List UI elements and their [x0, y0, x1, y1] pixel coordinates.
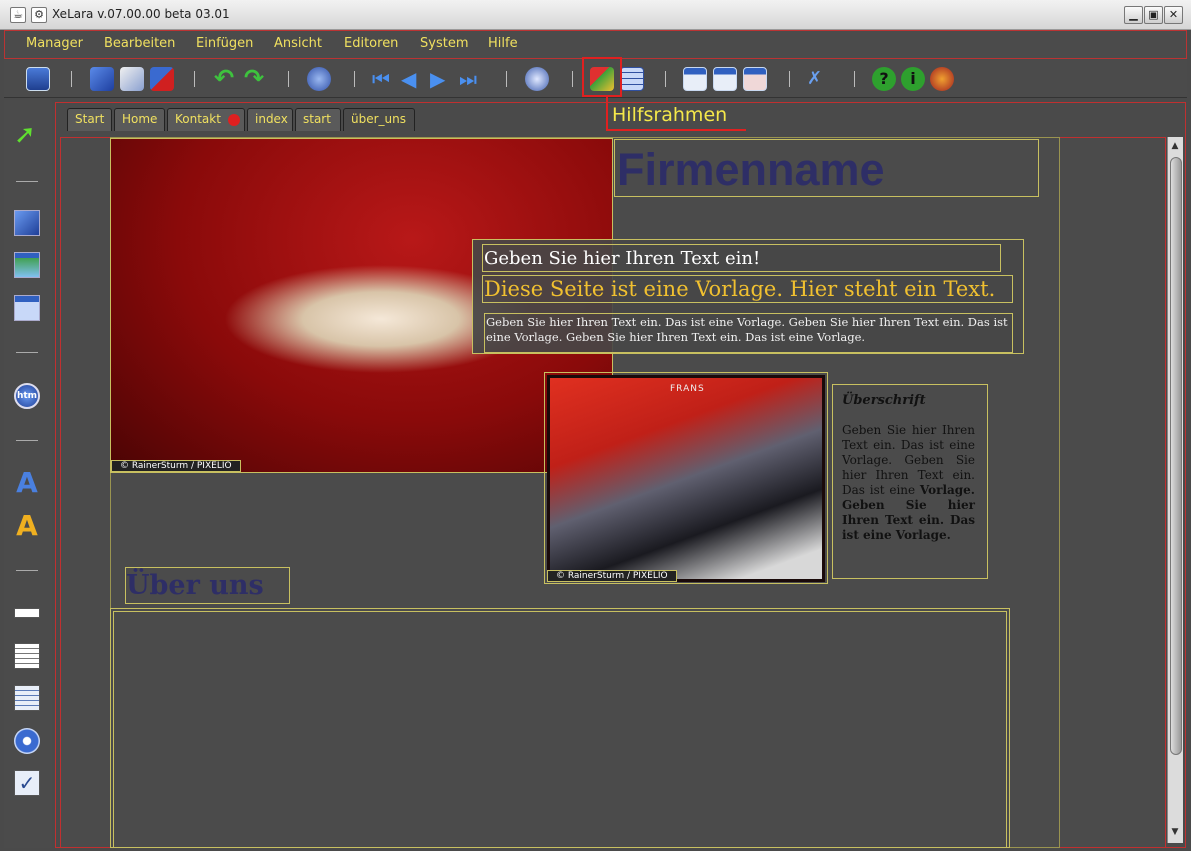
tab-index[interactable]: index [247, 108, 293, 131]
app-window: ☕ ⚙ XeLara v.07.00.00 beta 03.01 ▁ ▣ ✕ M… [0, 0, 1191, 851]
headline-frame[interactable]: Geben Sie hier Ihren Text ein! [482, 244, 1001, 272]
left-toolbar-separator [16, 440, 38, 441]
photo-credit: © RainerSturm / PIXELIO [547, 570, 677, 582]
side-text-frame[interactable]: Überschrift Geben Sie hier Ihren Text ei… [832, 384, 988, 579]
scroll-down-icon[interactable]: ▼ [1168, 827, 1182, 841]
paste-icon[interactable] [120, 67, 144, 91]
helper-frames-highlight [582, 57, 622, 97]
menu-editoren[interactable]: Editoren [344, 36, 398, 51]
left-toolbar-separator [16, 181, 38, 182]
delete-page-icon[interactable] [150, 67, 174, 91]
box-frame-icon[interactable] [14, 210, 40, 236]
menu-bearbeiten[interactable]: Bearbeiten [104, 36, 175, 51]
subheadline-text: Diese Seite ist eine Vorlage. Hier steht… [484, 277, 996, 301]
left-toolbar-separator [16, 570, 38, 571]
help-icon[interactable]: ? [872, 67, 896, 91]
redo-icon[interactable]: ↷ [244, 66, 268, 91]
list-box-icon[interactable] [14, 685, 40, 711]
checkbox-icon[interactable]: ✓ [14, 770, 40, 796]
toolbar-separator [71, 71, 72, 87]
menu-einfuegen[interactable]: Einfügen [196, 36, 253, 51]
left-toolbar: ➚ htm A A ✓ [4, 100, 52, 848]
tab-home[interactable]: Home [114, 108, 165, 131]
text-area-icon[interactable] [14, 643, 40, 669]
close-button[interactable]: ✕ [1164, 6, 1183, 24]
toolbar-separator [194, 71, 195, 87]
subheadline-frame[interactable]: Diese Seite ist eine Vorlage. Hier steht… [482, 275, 1013, 303]
tab-ueber-uns[interactable]: über_uns [343, 108, 415, 131]
paragraph-frame[interactable]: Geben Sie hier Ihren Text ein. Das ist e… [484, 313, 1013, 353]
section-title: Über uns [126, 570, 264, 601]
tab-start[interactable]: Start [67, 108, 112, 131]
zoom-icon[interactable] [525, 67, 549, 91]
window-frame-icon[interactable] [14, 295, 40, 321]
toolbar-separator [665, 71, 666, 87]
html-icon[interactable]: htm [14, 383, 40, 409]
radio-button-icon[interactable] [14, 728, 40, 754]
maximize-button[interactable]: ▣ [1144, 6, 1163, 24]
tools-icon[interactable]: ✗ [807, 67, 831, 91]
grid-icon[interactable] [620, 67, 644, 91]
tab-kontakt-label: Kontakt [175, 112, 221, 126]
java-icon: ☕ [10, 7, 26, 23]
toolbar-separator [288, 71, 289, 87]
users-icon[interactable] [930, 67, 954, 91]
toolbar-separator [572, 71, 573, 87]
side-paragraph: Geben Sie hier Ihren Text ein. Das ist e… [842, 423, 975, 543]
text-field-icon[interactable] [14, 608, 40, 618]
title-bar: ☕ ⚙ XeLara v.07.00.00 beta 03.01 ▁ ▣ ✕ [0, 0, 1191, 30]
next-page-icon[interactable]: ▶ [430, 67, 454, 91]
toolbar-separator [789, 71, 790, 87]
company-name-frame[interactable]: Firmenname [614, 139, 1039, 197]
menu-hilfe[interactable]: Hilfe [488, 36, 518, 51]
menu-system[interactable]: System [420, 36, 468, 51]
menu-ansicht[interactable]: Ansicht [274, 36, 322, 51]
copy-icon[interactable] [90, 67, 114, 91]
scroll-up-icon[interactable]: ▲ [1168, 141, 1182, 155]
browser-preview-icon[interactable] [307, 67, 331, 91]
escalator-photo[interactable]: FRANS [547, 375, 825, 582]
paragraph-text: Geben Sie hier Ihren Text ein. Das ist e… [486, 315, 1008, 344]
section-title-frame[interactable]: Über uns [125, 567, 290, 604]
escalator-sign-text: FRANS [670, 384, 705, 394]
menu-bar: Manager Bearbeiten Einfügen Ansicht Edit… [4, 30, 1187, 59]
content-frame-inner [113, 611, 1007, 848]
last-page-icon[interactable]: ⏭ [459, 67, 483, 91]
text-icon[interactable]: A [14, 469, 40, 497]
menu-manager[interactable]: Manager [26, 36, 83, 51]
remove-window-icon[interactable] [743, 67, 767, 91]
styled-text-icon[interactable]: A [14, 512, 40, 540]
pointer-arrow-icon[interactable]: ➚ [14, 122, 40, 148]
window-menu-icon[interactable]: ⚙ [31, 7, 47, 23]
minimize-button[interactable]: ▁ [1124, 6, 1143, 24]
previous-page-icon[interactable]: ◀ [401, 67, 425, 91]
tab-start-lower[interactable]: start [295, 108, 341, 131]
save-icon[interactable] [26, 67, 50, 91]
window-layout-icon[interactable] [683, 67, 707, 91]
toolbar-separator [354, 71, 355, 87]
toolbar-separator [854, 71, 855, 87]
tab-kontakt[interactable]: Kontakt [167, 108, 245, 131]
undo-icon[interactable]: ↶ [214, 66, 238, 91]
side-heading: Überschrift [842, 393, 926, 408]
scroll-thumb[interactable] [1170, 157, 1182, 755]
modified-icon [228, 114, 240, 126]
headline-text: Geben Sie hier Ihren Text ein! [484, 248, 761, 269]
info-icon[interactable]: i [901, 67, 925, 91]
company-name: Firmenname [617, 144, 885, 195]
toolbar-separator [506, 71, 507, 87]
first-page-icon[interactable]: ⏮ [372, 67, 396, 91]
window-title: XeLara v.07.00.00 beta 03.01 [52, 7, 230, 21]
image-frame-icon[interactable] [14, 252, 40, 278]
add-window-icon[interactable] [713, 67, 737, 91]
left-toolbar-separator [16, 352, 38, 353]
photo-credit: © RainerSturm / PIXELIO [111, 460, 241, 472]
